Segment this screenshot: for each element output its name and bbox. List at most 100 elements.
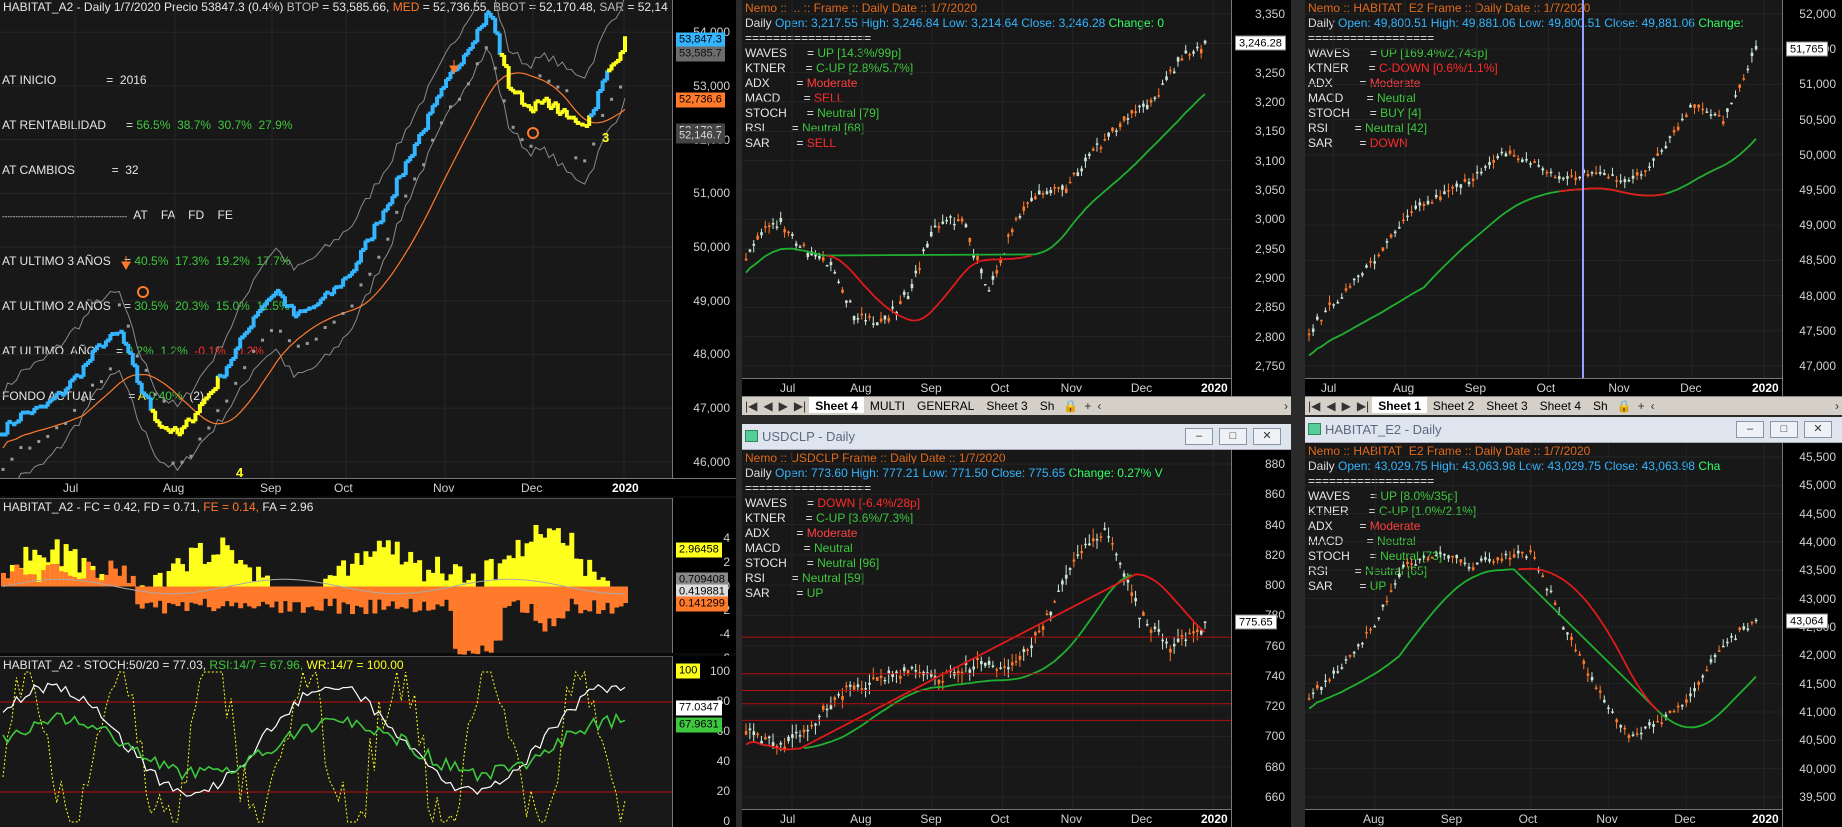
bl-price-axis[interactable]: 880860840820800780760740720700680660775.… — [1231, 450, 1291, 827]
left-time-axis[interactable]: Jul Aug Sep Oct Nov Dec 2020 — [0, 478, 736, 496]
fe-bar — [305, 586, 311, 608]
pane-splitter[interactable] — [742, 415, 1291, 424]
time-tick-label: Dec — [1680, 381, 1702, 395]
factor-indicator-plot[interactable]: HABITAT_A2 - FC = 0.42, FD = 0.71, FE = … — [0, 498, 672, 655]
fe-bar — [54, 563, 60, 587]
sheet-tab[interactable]: MULTI — [864, 397, 911, 413]
sheet-tab-bar[interactable]: |◀ ◀ ▶ ▶| Sheet 4 MULTI GENERAL Sheet 3 Sh 🔒 + ‹ › — [742, 396, 1291, 415]
tab-nav-button[interactable]: ◀ — [1323, 397, 1338, 413]
candle-body — [798, 735, 802, 737]
maximize-button[interactable]: □ — [1219, 428, 1247, 445]
fa-bar — [564, 545, 570, 587]
habitat-e2-chart-window-top[interactable]: Nemo :: HABITAT_E2 Frame :: Daily Date :… — [1305, 0, 1842, 415]
minimize-button[interactable]: – — [1185, 428, 1213, 445]
sheet-tab[interactable]: Sheet 3 — [980, 397, 1033, 413]
oscillator-axis[interactable]: 100 80 60 40 20 0 100 77.0347 67.9631 — [672, 656, 736, 827]
sheet-tab[interactable]: GENERAL — [911, 397, 980, 413]
candle-body — [1713, 113, 1717, 116]
sheet-tab[interactable]: Sh — [1587, 397, 1614, 413]
sheet-tab[interactable]: Sheet 1 — [1372, 397, 1427, 413]
tl-time-axis[interactable]: Jul Aug Sep Oct Nov Dec 2020 — [742, 378, 1231, 396]
sheet-tab[interactable]: Sheet 3 — [1480, 397, 1533, 413]
window-title-bar[interactable]: USDCLP - Daily – □ ✕ — [742, 424, 1291, 450]
candle-body — [1574, 177, 1577, 181]
tr-time-axis[interactable]: Jul Aug Sep Oct Nov Dec 2020 — [1305, 378, 1782, 396]
fe-bar — [296, 586, 302, 603]
add-tab-icon[interactable]: + — [1081, 397, 1094, 413]
candle-body — [1529, 163, 1532, 165]
lock-icon[interactable]: 🔒 — [1060, 397, 1081, 413]
habitat-e2-chart-window-bottom[interactable]: HABITAT_E2 - Daily – □ ✕ Nemo :: HABITAT_E2 … — [1305, 417, 1842, 827]
minimize-button[interactable]: – — [1736, 421, 1764, 438]
sheet-tab[interactable]: Sh — [1034, 397, 1061, 413]
bl-time-axis[interactable]: Jul Aug Sep Oct Nov Dec 2020 — [742, 809, 1231, 827]
sheet-tab[interactable]: Sheet 4 — [809, 397, 864, 413]
fe-bar — [578, 586, 584, 614]
sar-dot — [323, 326, 327, 330]
usdclp-chart-window[interactable]: USDCLP - Daily – □ ✕ Nemo :: USDCLP Frame ::… — [742, 424, 1291, 827]
sheet-tab[interactable]: Sheet 4 — [1534, 397, 1587, 413]
spx-chart-window[interactable]: Nemo :: ... :: Frame :: Daily Date :: 1/… — [742, 0, 1291, 415]
pane-splitter[interactable] — [1291, 0, 1305, 827]
fa-bar — [184, 571, 190, 587]
add-tab-icon[interactable]: + — [1635, 397, 1648, 413]
bl-plot-area[interactable]: Nemo :: USDCLP Frame :: Daily Date :: 1/… — [742, 450, 1231, 809]
candle-body — [991, 665, 995, 667]
br-plot-area[interactable]: Nemo :: HABITAT_E2 Frame :: Daily Date :… — [1305, 443, 1782, 809]
tr-plot-area[interactable]: Nemo :: HABITAT_E2 Frame :: Daily Date :… — [1305, 0, 1782, 378]
candle-body — [887, 670, 891, 674]
tab-nav-button[interactable]: ◀ — [760, 397, 775, 413]
candle-body — [1516, 158, 1520, 161]
fa-bar — [457, 566, 463, 587]
candle-body — [756, 733, 759, 736]
fa-bar — [511, 558, 517, 587]
tab-nav-button[interactable]: ▶ — [1339, 397, 1354, 413]
maximize-button[interactable]: □ — [1770, 421, 1798, 438]
fe-bar — [385, 586, 391, 607]
left-price-axis[interactable]: 54,00053,00052,00051,00050,00049,00048,0… — [672, 0, 736, 478]
fe-bar — [614, 586, 620, 608]
candle-body — [883, 315, 887, 320]
candle-body — [1422, 203, 1426, 206]
close-button[interactable]: ✕ — [1804, 421, 1832, 438]
br-price-axis[interactable]: 45,50045,00044,50044,00043,50043,00042,5… — [1782, 443, 1842, 827]
scroll-right-icon[interactable]: › — [1832, 397, 1842, 413]
factor-svg — [1, 524, 628, 655]
window-title-bar[interactable]: HABITAT_E2 - Daily – □ ✕ — [1305, 417, 1842, 443]
left-price-plot[interactable]: HABITAT_A2 - Daily 1/7/2020 Precio 53847… — [0, 0, 672, 497]
sar-dot — [466, 82, 470, 86]
tab-nav-button[interactable]: ▶| — [1354, 397, 1372, 413]
tr-price-axis[interactable]: 52,00051,50051,00050,50050,00049,50049,0… — [1782, 0, 1842, 396]
tab-nav-button[interactable]: |◀ — [742, 397, 760, 413]
tl-plot-area[interactable]: Nemo :: ... :: Frame :: Daily Date :: 1/… — [742, 0, 1231, 378]
scroll-right-icon[interactable]: › — [1281, 397, 1291, 413]
candle-body — [1705, 669, 1709, 672]
candle-body — [1570, 175, 1573, 177]
oscillator-plot[interactable]: HABITAT_A2 - STOCH:50/20 = 77.03, RSI:14… — [0, 656, 672, 827]
fa-bar — [350, 563, 356, 587]
fe-bar — [372, 586, 378, 614]
lock-icon[interactable]: 🔒 — [1614, 397, 1635, 413]
candle-body — [1418, 558, 1422, 561]
br-time-axis[interactable]: Aug Sep Oct Nov Dec 2020 — [1305, 809, 1782, 827]
tab-nav-button[interactable]: |◀ — [1305, 397, 1323, 413]
close-button[interactable]: ✕ — [1253, 428, 1281, 445]
oscillator-tag: 77.0347 — [676, 700, 722, 715]
scroll-left-icon[interactable]: ‹ — [1094, 397, 1104, 413]
fa-bar — [444, 580, 449, 587]
fe-bar — [421, 586, 427, 602]
pane-splitter[interactable] — [736, 0, 742, 827]
tab-nav-button[interactable]: ▶ — [776, 397, 791, 413]
candle-body — [1480, 171, 1483, 174]
sheet-tab-bar[interactable]: |◀ ◀ ▶ ▶| Sheet 1 Sheet 2 Sheet 3 Sheet 4 Sh 🔒 + ‹ › — [1305, 396, 1842, 415]
sheet-tab[interactable]: Sheet 2 — [1427, 397, 1480, 413]
factor-axis[interactable]: 420-2-4-62.964580.7094080.4198810.141299 — [672, 498, 736, 665]
price-tick-label: 48,000 — [1799, 288, 1836, 303]
pane-splitter[interactable] — [1305, 415, 1842, 417]
candle-body — [1619, 180, 1623, 183]
sar-dot — [162, 399, 166, 403]
tab-nav-button[interactable]: ▶| — [791, 397, 809, 413]
candle-body — [864, 688, 867, 690]
scroll-left-icon[interactable]: ‹ — [1648, 397, 1658, 413]
tl-price-axis[interactable]: 3,3503,3003,2503,2003,1503,1003,0503,000… — [1231, 0, 1291, 396]
